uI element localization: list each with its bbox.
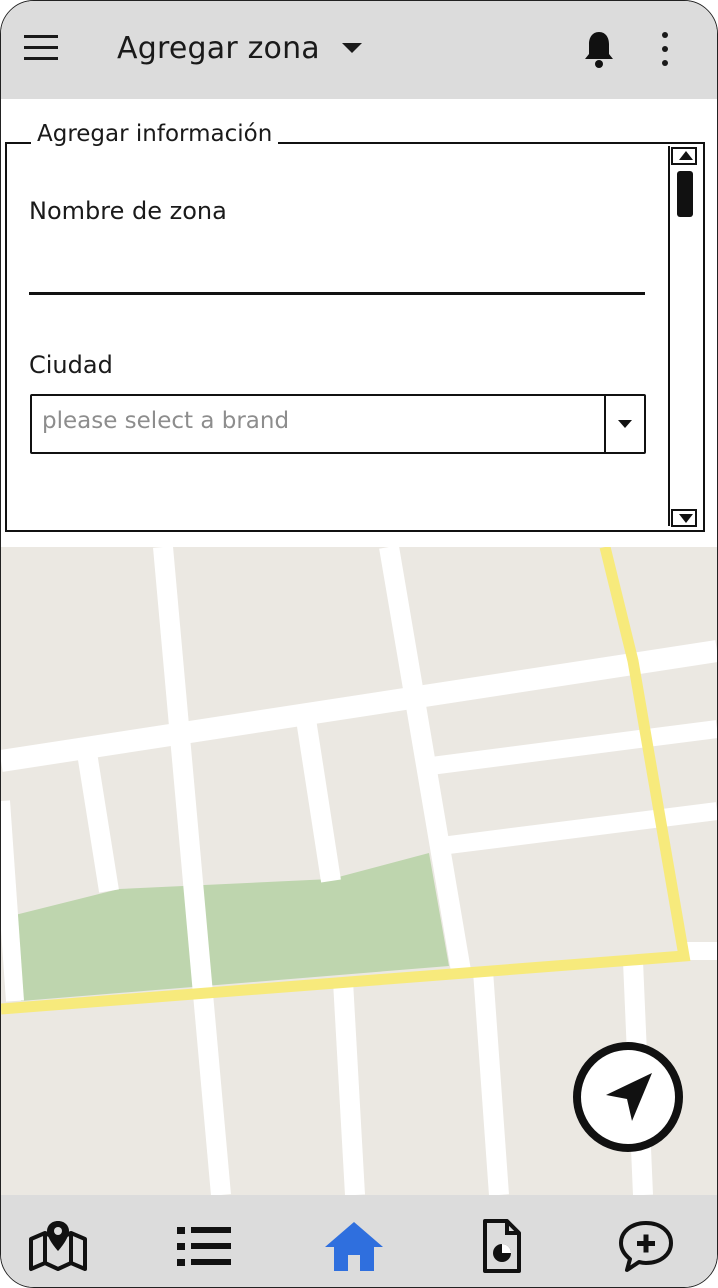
report-icon[interactable] (469, 1219, 531, 1273)
chevron-down-icon (341, 43, 362, 53)
map-icon[interactable] (27, 1219, 89, 1273)
title-dropdown[interactable]: Agregar zona (117, 25, 362, 71)
city-select[interactable]: please select a brand (30, 394, 646, 454)
city-select-placeholder: please select a brand (42, 408, 290, 434)
more-vertical-icon[interactable] (657, 31, 673, 67)
arrow-up-icon[interactable] (679, 151, 693, 160)
zone-name-label: Nombre de zona (29, 197, 227, 225)
locate-me-button[interactable] (572, 1041, 684, 1153)
menu-icon[interactable] (23, 32, 59, 64)
panel-legend: Agregar información (31, 121, 279, 147)
page-title: Agregar zona (117, 30, 320, 66)
list-icon[interactable] (173, 1219, 235, 1273)
phone-frame: Agregar zona Agregar información Nombre … (0, 0, 718, 1288)
home-icon[interactable] (323, 1219, 385, 1273)
arrow-down-icon[interactable] (679, 514, 693, 523)
scroll-thumb[interactable] (677, 171, 693, 217)
add-comment-icon[interactable] (615, 1219, 677, 1273)
city-label: Ciudad (29, 351, 113, 379)
bell-icon[interactable] (581, 29, 617, 69)
chevron-down-icon[interactable] (604, 396, 644, 452)
top-app-bar: Agregar zona (1, 1, 717, 99)
zone-name-input[interactable] (29, 292, 645, 295)
